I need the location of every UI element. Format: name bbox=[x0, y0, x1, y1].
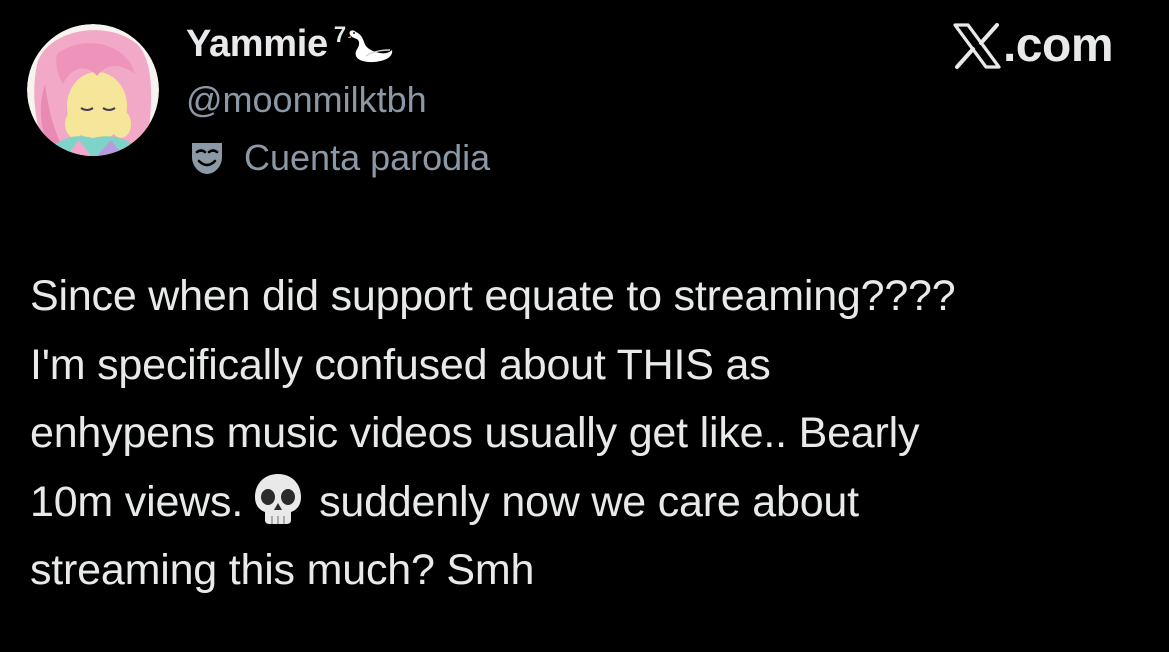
skull-icon bbox=[253, 472, 303, 526]
swan-icon bbox=[347, 26, 394, 66]
tweet-line: streaming this much? Smh bbox=[30, 546, 535, 594]
tweet-line: 10m views. suddenly now we care about bbox=[30, 468, 1140, 537]
tweet-line: Since when did support equate to streami… bbox=[30, 272, 956, 320]
user-handle[interactable]: @moonmilktbh bbox=[186, 76, 427, 124]
tweet-line: I'm specifically confused about THIS as bbox=[30, 340, 771, 389]
parody-label: Cuenta parodia bbox=[244, 137, 491, 178]
parody-account-label-row: Cuenta parodia bbox=[186, 134, 490, 182]
tweet-card: Yammie 7 @moonmilktbh Cuenta parodia .co… bbox=[0, 0, 1169, 652]
tweet-line-segment: 10m views. bbox=[30, 477, 244, 526]
display-name[interactable]: Yammie bbox=[186, 18, 328, 70]
tweet-text: Since when did support equate to streami… bbox=[30, 262, 1140, 605]
x-logo-icon bbox=[953, 23, 1001, 69]
display-name-row[interactable]: Yammie 7 bbox=[186, 18, 394, 70]
tweet-line-segment: suddenly now we care about bbox=[319, 477, 859, 526]
name-superscript: 7 bbox=[333, 22, 347, 47]
theater-mask-icon bbox=[188, 139, 226, 177]
tweet-line: enhypens music videos usually get like..… bbox=[30, 409, 920, 457]
x-brand-logo: .com bbox=[953, 18, 1114, 74]
brand-domain: .com bbox=[1002, 19, 1114, 72]
avatar[interactable] bbox=[27, 24, 159, 156]
